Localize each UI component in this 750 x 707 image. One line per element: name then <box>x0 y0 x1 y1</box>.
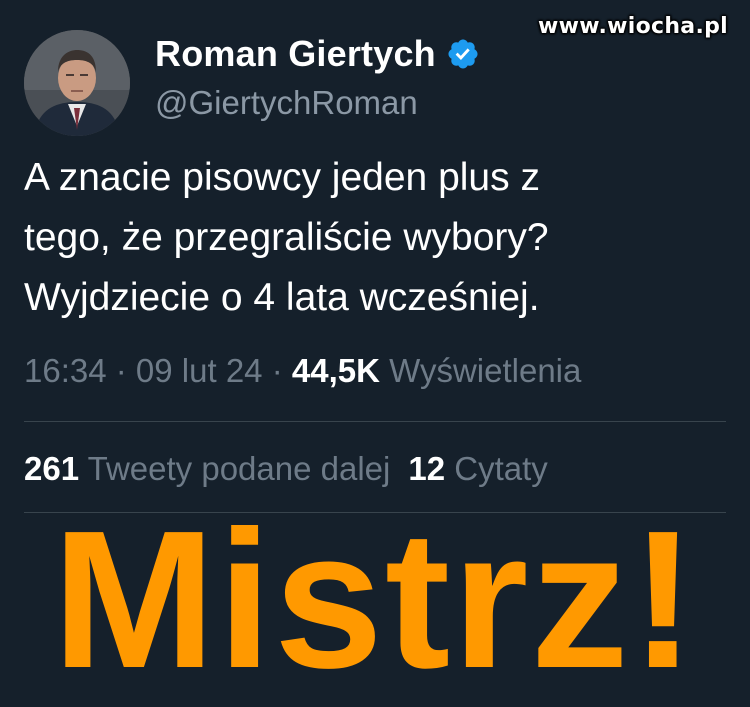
tweet-time[interactable]: 16:34 <box>24 352 107 389</box>
author-name-row: Roman Giertych <box>155 32 480 76</box>
avatar[interactable] <box>24 30 130 136</box>
quotes-link[interactable]: 12 Cytaty <box>408 450 547 487</box>
tweet-date[interactable]: 09 lut 24 <box>136 352 263 389</box>
tweet-text: A znacie pisowcy jeden plus z tego, że p… <box>24 148 724 328</box>
retweets-link[interactable]: 261 Tweety podane dalej <box>24 450 390 487</box>
views-count: 44,5K <box>291 352 380 389</box>
site-watermark: www.wiocha.pl <box>538 14 728 39</box>
tweet-line: A znacie pisowcy jeden plus z <box>24 156 540 199</box>
retweets-label: Tweety podane dalej <box>87 450 391 487</box>
retweets-count: 261 <box>24 450 80 487</box>
tweet-meta: 16:34 · 09 lut 24 · 44,5K Wyświetlenia <box>24 352 581 390</box>
divider <box>24 421 726 422</box>
views-label: Wyświetlenia <box>389 352 582 389</box>
tweet-line: tego, że przegraliście wybory? <box>24 216 549 259</box>
meta-separator: · <box>106 352 136 389</box>
tweet-line: Wyjdziecie o 4 lata wcześniej. <box>24 276 540 319</box>
display-name[interactable]: Roman Giertych <box>155 33 436 75</box>
tweet-stats: 261 Tweety podane dalej 12 Cytaty <box>24 450 548 488</box>
verified-badge-icon <box>448 39 478 69</box>
avatar-portrait <box>24 30 130 136</box>
quotes-label: Cytaty <box>454 450 548 487</box>
meta-separator: · <box>262 352 292 389</box>
overlay-caption: Mistrz! <box>52 490 698 707</box>
author-handle[interactable]: @GiertychRoman <box>155 84 418 122</box>
quotes-count: 12 <box>408 450 446 487</box>
